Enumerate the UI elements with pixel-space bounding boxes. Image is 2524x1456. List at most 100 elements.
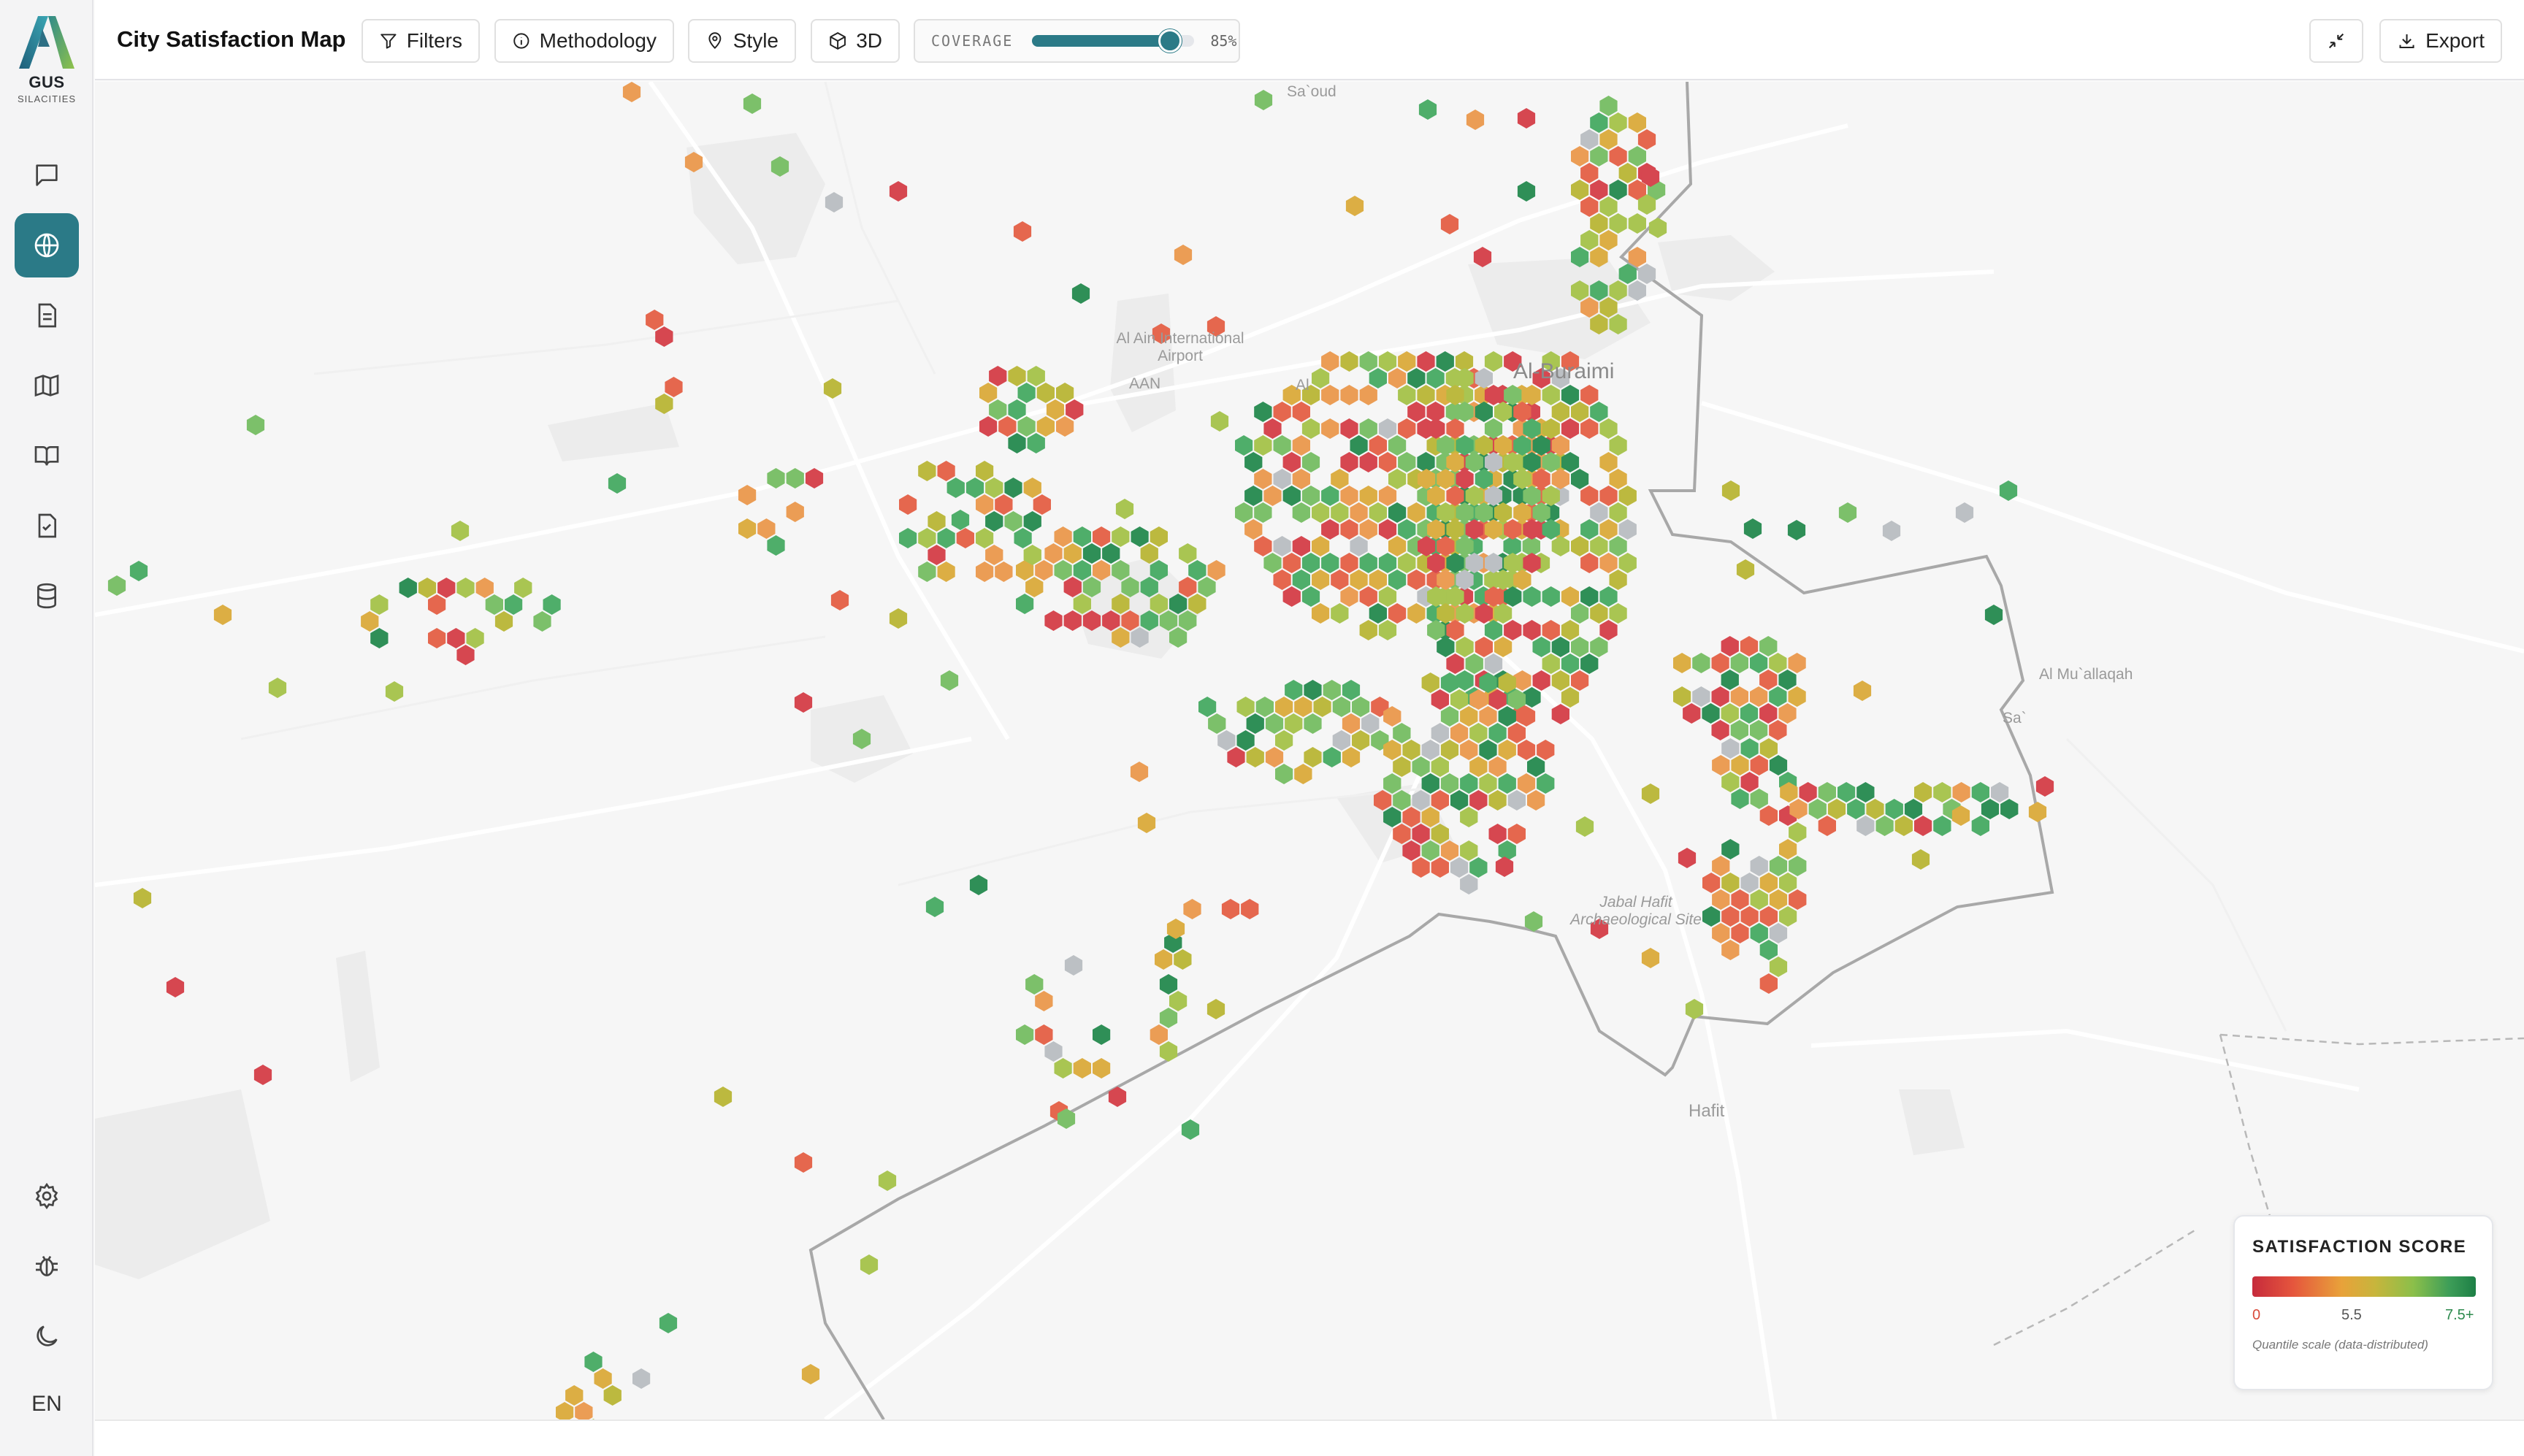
hex-cell[interactable] xyxy=(1702,873,1721,893)
hex-cell[interactable] xyxy=(1721,703,1739,724)
hex-cell[interactable] xyxy=(1779,839,1797,859)
hex-cell[interactable] xyxy=(1981,799,2000,819)
hex-cell[interactable] xyxy=(1599,452,1618,472)
hex-cell[interactable] xyxy=(1712,755,1730,775)
hex-cell[interactable] xyxy=(1369,570,1387,590)
hex-cell[interactable] xyxy=(575,1402,593,1419)
hex-cell[interactable] xyxy=(889,181,908,202)
hex-cell[interactable] xyxy=(213,605,232,625)
hex-cell[interactable] xyxy=(1769,889,1788,910)
hex-cell[interactable] xyxy=(1217,730,1236,751)
hex-cell[interactable] xyxy=(1743,518,1762,539)
hex-cell[interactable] xyxy=(1460,807,1478,827)
hex-cell[interactable] xyxy=(1580,654,1599,674)
hex-cell[interactable] xyxy=(1750,923,1768,943)
hex-cell[interactable] xyxy=(1412,857,1430,878)
hex-cell[interactable] xyxy=(1469,857,1488,878)
hex-cell[interactable] xyxy=(1159,1041,1178,1062)
hex-cell[interactable] xyxy=(447,628,465,648)
hex-cell[interactable] xyxy=(1398,519,1416,540)
nav-checklist[interactable] xyxy=(15,494,79,558)
hex-cell[interactable] xyxy=(1254,536,1272,556)
hex-cell[interactable] xyxy=(979,383,998,403)
hex-cell[interactable] xyxy=(1484,620,1503,640)
style-button[interactable]: Style xyxy=(688,19,796,63)
hex-cell[interactable] xyxy=(1750,653,1768,673)
hex-cell[interactable] xyxy=(1580,163,1599,183)
hex-cell[interactable] xyxy=(1017,416,1036,437)
hex-cell[interactable] xyxy=(1064,955,1083,976)
hex-cell[interactable] xyxy=(1641,783,1660,804)
hex-cell[interactable] xyxy=(1254,469,1272,489)
hex-cell[interactable] xyxy=(1778,670,1797,690)
hex-cell[interactable] xyxy=(1769,653,1787,673)
hex-cell[interactable] xyxy=(1517,108,1536,129)
hex-cell[interactable] xyxy=(1527,790,1545,811)
hex-cell[interactable] xyxy=(743,93,762,114)
hex-cell[interactable] xyxy=(1759,636,1778,656)
hex-cell[interactable] xyxy=(1609,213,1627,234)
hex-cell[interactable] xyxy=(995,494,1013,515)
hex-cell[interactable] xyxy=(1241,899,1259,919)
hex-cell[interactable] xyxy=(1750,856,1768,876)
hex-cell[interactable] xyxy=(1599,418,1618,439)
hex-cell[interactable] xyxy=(1016,594,1034,614)
hex-cell[interactable] xyxy=(1321,486,1339,506)
hex-cell[interactable] xyxy=(1628,146,1646,166)
hex-cell[interactable] xyxy=(1340,486,1358,506)
hex-cell[interactable] xyxy=(632,1368,651,1389)
hex-cell[interactable] xyxy=(1759,703,1778,724)
filters-button[interactable]: Filters xyxy=(362,19,480,63)
hex-cell[interactable] xyxy=(494,611,513,632)
hex-cell[interactable] xyxy=(1054,526,1072,547)
hex-cell[interactable] xyxy=(1174,949,1192,970)
hex-cell[interactable] xyxy=(1750,889,1768,910)
hex-cell[interactable] xyxy=(1359,553,1377,573)
hex-cell[interactable] xyxy=(665,377,683,397)
hex-cell[interactable] xyxy=(1350,536,1368,556)
hex-cell[interactable] xyxy=(1359,452,1377,472)
hex-cell[interactable] xyxy=(1263,418,1282,439)
hex-cell[interactable] xyxy=(1599,586,1618,607)
hex-cell[interactable] xyxy=(1721,940,1740,960)
hex-cell[interactable] xyxy=(1571,469,1589,489)
hex-cell[interactable] xyxy=(1369,502,1387,523)
hex-cell[interactable] xyxy=(1292,536,1310,556)
hex-cell[interactable] xyxy=(1159,974,1178,995)
hex-cell[interactable] xyxy=(1750,755,1768,775)
hex-cell[interactable] xyxy=(1273,435,1291,456)
hex-cell[interactable] xyxy=(1183,899,1201,919)
hex-cell[interactable] xyxy=(1769,923,1788,943)
hex-cell[interactable] xyxy=(1494,637,1513,657)
hex-cell[interactable] xyxy=(1236,730,1255,751)
hex-cell[interactable] xyxy=(1398,385,1416,405)
hex-cell[interactable] xyxy=(738,518,757,539)
hex-cell[interactable] xyxy=(1517,773,1536,794)
hex-cell[interactable] xyxy=(1571,603,1589,624)
hex-cell[interactable] xyxy=(1378,351,1397,372)
hex-cell[interactable] xyxy=(1590,536,1608,556)
hex-cell[interactable] xyxy=(1292,435,1310,456)
hex-cell[interactable] xyxy=(466,628,484,648)
hex-cell[interactable] xyxy=(1609,180,1627,200)
hex-cell[interactable] xyxy=(1023,478,1041,498)
hex-cell[interactable] xyxy=(1312,502,1330,523)
hex-cell[interactable] xyxy=(1837,782,1856,802)
hex-cell[interactable] xyxy=(1273,469,1291,489)
hex-cell[interactable] xyxy=(825,192,844,212)
hex-cell[interactable] xyxy=(1210,411,1229,432)
hex-cell[interactable] xyxy=(1991,782,2009,802)
hex-cell[interactable] xyxy=(1580,418,1599,439)
hex-cell[interactable] xyxy=(1894,816,1913,836)
hex-cell[interactable] xyxy=(937,528,955,548)
coverage-slider-thumb[interactable] xyxy=(1158,29,1182,53)
hex-cell[interactable] xyxy=(1759,738,1778,759)
hex-cell[interactable] xyxy=(1537,740,1555,760)
hex-cell[interactable] xyxy=(1359,620,1377,640)
hex-cell[interactable] xyxy=(801,1364,820,1384)
hex-cell[interactable] xyxy=(1313,697,1331,717)
nav-chat[interactable] xyxy=(15,143,79,207)
hex-cell[interactable] xyxy=(1236,697,1255,717)
hex-cell[interactable] xyxy=(1818,782,1836,802)
hex-cell[interactable] xyxy=(1571,402,1589,422)
